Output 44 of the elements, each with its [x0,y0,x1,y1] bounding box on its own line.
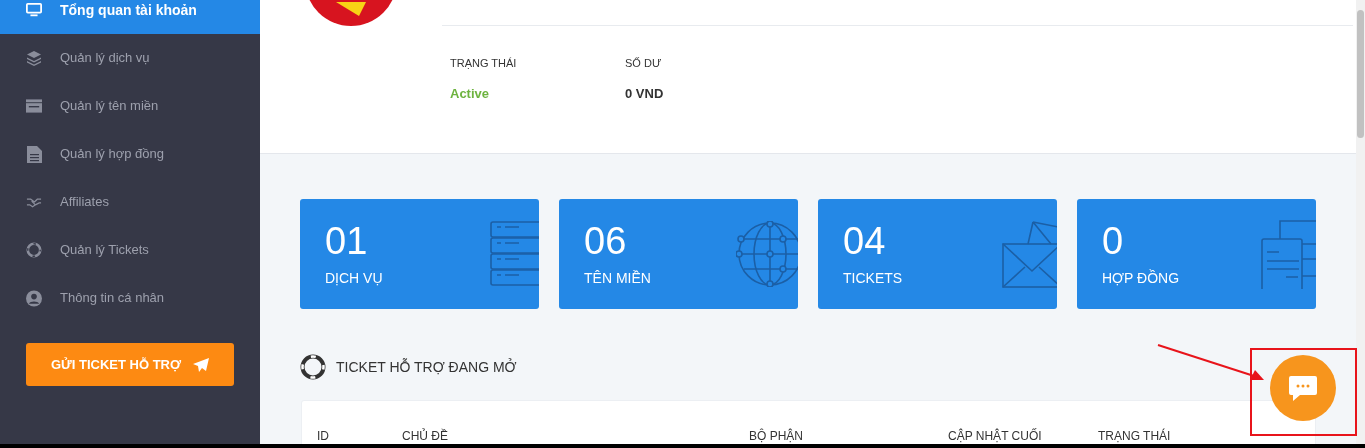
layers-icon [26,50,42,66]
stat-value: 0 VND [625,84,665,103]
column-header: TRẠNG THÁI [1098,429,1171,443]
sidebar-item[interactable]: Thông tin cá nhân [0,274,260,322]
column-header: CHỦ ĐỀ [402,429,448,443]
sidebar-item[interactable]: Quản lý dịch vụ [0,34,260,82]
stat-card[interactable]: 01 DỊCH VỤ [300,199,539,309]
stat-label: TRẠNG THÁI [450,56,518,71]
card-label: HỢP ĐỒNG [1102,268,1180,288]
sidebar-item[interactable]: Quản lý hợp đồng [0,130,260,178]
card-count: 01 [325,219,369,262]
lifebuoy-icon [300,354,326,380]
card-label: TICKETS [843,268,903,288]
column-header: CẬP NHẬT CUỐI [948,429,1042,443]
monitor-icon [26,2,42,18]
card-count: 06 [584,219,628,262]
browser-window-icon [26,99,42,113]
stat-card[interactable]: 06 TÊN MIỀN [559,199,798,309]
card-label: TÊN MIỀN [584,268,651,288]
sidebar-item[interactable]: Tổng quan tài khoản [0,0,260,34]
card-count: 0 [1102,219,1125,262]
sidebar-item[interactable]: Quản lý tên miền [0,82,260,130]
column-header: ID [317,429,329,443]
chat-bubble-icon [1288,374,1318,402]
stat-value: Active [450,84,491,103]
documents-icon [1260,219,1316,289]
lifebuoy-icon [26,241,42,259]
stat-card[interactable]: 04 TICKETS [818,199,1057,309]
column-header: BỘ PHẬN [749,429,803,443]
stat-card[interactable]: 0 HỢP ĐỒNG [1077,199,1316,309]
envelope-icon [1001,220,1057,288]
server-stack-icon [489,221,539,287]
user-icon [26,289,42,307]
sidebar-item[interactable]: Affiliates [0,178,260,226]
paper-plane-icon [193,357,210,372]
section-title: TICKET HỖ TRỢ ĐANG MỞ [336,357,517,377]
document-icon [26,145,42,163]
stat-label: SỐ DƯ [625,56,663,71]
card-count: 04 [843,219,887,262]
send-ticket-button[interactable]: GỬI TICKET HỖ TRỢ [26,343,234,386]
globe-network-icon [736,221,798,287]
card-label: DỊCH VỤ [325,268,383,288]
scrollbar-thumb[interactable] [1357,10,1364,138]
sidebar-item[interactable]: Quản lý Tickets [0,226,260,274]
